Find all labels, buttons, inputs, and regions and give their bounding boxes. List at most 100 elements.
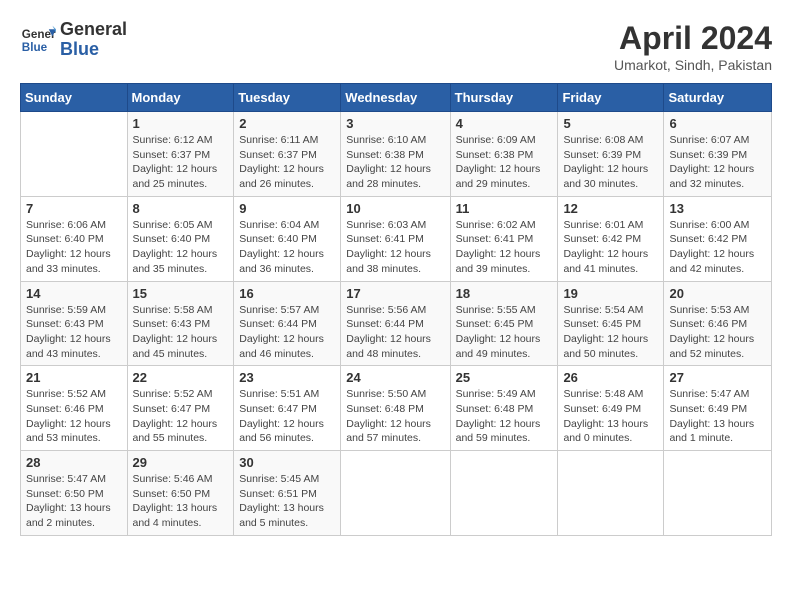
day-number: 22 — [133, 370, 229, 385]
day-header-monday: Monday — [127, 84, 234, 112]
calendar-body: 1Sunrise: 6:12 AM Sunset: 6:37 PM Daylig… — [21, 112, 772, 536]
calendar-cell — [341, 451, 450, 536]
day-number: 3 — [346, 116, 444, 131]
calendar-cell — [450, 451, 558, 536]
calendar-cell — [664, 451, 772, 536]
day-number: 29 — [133, 455, 229, 470]
day-info: Sunrise: 6:11 AM Sunset: 6:37 PM Dayligh… — [239, 133, 335, 192]
calendar-cell: 2 Sunrise: 6:11 AM Sunset: 6:37 PM Daylig… — [234, 112, 341, 197]
day-info: Sunrise: 6:08 AM Sunset: 6:39 PM Dayligh… — [563, 133, 658, 192]
day-info: Sunrise: 5:54 AM Sunset: 6:45 PM Dayligh… — [563, 303, 658, 362]
day-number: 28 — [26, 455, 122, 470]
calendar-cell: 19 Sunrise: 5:54 AM Sunset: 6:45 PM Dayli… — [558, 281, 664, 366]
calendar-cell: 6 Sunrise: 6:07 AM Sunset: 6:39 PM Daylig… — [664, 112, 772, 197]
calendar-week-3: 14 Sunrise: 5:59 AM Sunset: 6:43 PM Dayli… — [21, 281, 772, 366]
logo-icon: General Blue — [20, 22, 56, 58]
calendar-cell: 27 Sunrise: 5:47 AM Sunset: 6:49 PM Dayli… — [664, 366, 772, 451]
calendar-cell: 8 Sunrise: 6:05 AM Sunset: 6:40 PM Daylig… — [127, 196, 234, 281]
svg-text:Blue: Blue — [22, 41, 48, 54]
calendar-cell: 17 Sunrise: 5:56 AM Sunset: 6:44 PM Dayli… — [341, 281, 450, 366]
day-info: Sunrise: 5:57 AM Sunset: 6:44 PM Dayligh… — [239, 303, 335, 362]
day-info: Sunrise: 6:04 AM Sunset: 6:40 PM Dayligh… — [239, 218, 335, 277]
day-number: 13 — [669, 201, 766, 216]
page-header: General Blue General Blue April 2024 Uma… — [20, 20, 772, 73]
day-number: 14 — [26, 286, 122, 301]
day-number: 17 — [346, 286, 444, 301]
day-number: 26 — [563, 370, 658, 385]
day-number: 12 — [563, 201, 658, 216]
day-info: Sunrise: 6:09 AM Sunset: 6:38 PM Dayligh… — [456, 133, 553, 192]
calendar-cell: 11Sunrise: 6:02 AM Sunset: 6:41 PM Dayli… — [450, 196, 558, 281]
logo-text-general: General — [60, 20, 127, 40]
calendar-cell: 24Sunrise: 5:50 AM Sunset: 6:48 PM Dayli… — [341, 366, 450, 451]
calendar-cell: 5Sunrise: 6:08 AM Sunset: 6:39 PM Daylig… — [558, 112, 664, 197]
logo-text-blue: Blue — [60, 40, 127, 60]
day-info: Sunrise: 5:51 AM Sunset: 6:47 PM Dayligh… — [239, 387, 335, 446]
day-number: 2 — [239, 116, 335, 131]
calendar-cell: 29 Sunrise: 5:46 AM Sunset: 6:50 PM Dayli… — [127, 451, 234, 536]
day-info: Sunrise: 5:50 AM Sunset: 6:48 PM Dayligh… — [346, 387, 444, 446]
day-number: 15 — [133, 286, 229, 301]
calendar-cell: 18Sunrise: 5:55 AM Sunset: 6:45 PM Dayli… — [450, 281, 558, 366]
calendar-week-2: 7 Sunrise: 6:06 AM Sunset: 6:40 PM Daylig… — [21, 196, 772, 281]
day-info: Sunrise: 6:05 AM Sunset: 6:40 PM Dayligh… — [133, 218, 229, 277]
calendar-week-1: 1Sunrise: 6:12 AM Sunset: 6:37 PM Daylig… — [21, 112, 772, 197]
calendar-cell: 23 Sunrise: 5:51 AM Sunset: 6:47 PM Dayli… — [234, 366, 341, 451]
day-header-friday: Friday — [558, 84, 664, 112]
calendar-cell: 25 Sunrise: 5:49 AM Sunset: 6:48 PM Dayli… — [450, 366, 558, 451]
day-number: 27 — [669, 370, 766, 385]
calendar-cell: 13 Sunrise: 6:00 AM Sunset: 6:42 PM Dayli… — [664, 196, 772, 281]
calendar-week-4: 21 Sunrise: 5:52 AM Sunset: 6:46 PM Dayli… — [21, 366, 772, 451]
calendar-cell: 12 Sunrise: 6:01 AM Sunset: 6:42 PM Dayli… — [558, 196, 664, 281]
calendar-cell: 1Sunrise: 6:12 AM Sunset: 6:37 PM Daylig… — [127, 112, 234, 197]
day-number: 6 — [669, 116, 766, 131]
day-info: Sunrise: 6:07 AM Sunset: 6:39 PM Dayligh… — [669, 133, 766, 192]
day-info: Sunrise: 5:56 AM Sunset: 6:44 PM Dayligh… — [346, 303, 444, 362]
calendar-cell: 15 Sunrise: 5:58 AM Sunset: 6:43 PM Dayli… — [127, 281, 234, 366]
day-info: Sunrise: 5:45 AM Sunset: 6:51 PM Dayligh… — [239, 472, 335, 531]
logo: General Blue General Blue — [20, 20, 127, 60]
day-number: 20 — [669, 286, 766, 301]
day-info: Sunrise: 5:55 AM Sunset: 6:45 PM Dayligh… — [456, 303, 553, 362]
day-number: 21 — [26, 370, 122, 385]
day-info: Sunrise: 5:49 AM Sunset: 6:48 PM Dayligh… — [456, 387, 553, 446]
day-header-thursday: Thursday — [450, 84, 558, 112]
calendar-cell: 30Sunrise: 5:45 AM Sunset: 6:51 PM Dayli… — [234, 451, 341, 536]
day-number: 9 — [239, 201, 335, 216]
day-info: Sunrise: 6:02 AM Sunset: 6:41 PM Dayligh… — [456, 218, 553, 277]
day-header-saturday: Saturday — [664, 84, 772, 112]
calendar-cell: 28 Sunrise: 5:47 AM Sunset: 6:50 PM Dayli… — [21, 451, 128, 536]
calendar-cell: 20 Sunrise: 5:53 AM Sunset: 6:46 PM Dayli… — [664, 281, 772, 366]
calendar-table: SundayMondayTuesdayWednesdayThursdayFrid… — [20, 83, 772, 536]
day-number: 7 — [26, 201, 122, 216]
title-block: April 2024 Umarkot, Sindh, Pakistan — [614, 20, 772, 73]
day-info: Sunrise: 5:48 AM Sunset: 6:49 PM Dayligh… — [563, 387, 658, 446]
day-info: Sunrise: 5:52 AM Sunset: 6:46 PM Dayligh… — [26, 387, 122, 446]
day-info: Sunrise: 6:01 AM Sunset: 6:42 PM Dayligh… — [563, 218, 658, 277]
calendar-cell: 4Sunrise: 6:09 AM Sunset: 6:38 PM Daylig… — [450, 112, 558, 197]
calendar-header: SundayMondayTuesdayWednesdayThursdayFrid… — [21, 84, 772, 112]
day-info: Sunrise: 6:12 AM Sunset: 6:37 PM Dayligh… — [133, 133, 229, 192]
day-number: 25 — [456, 370, 553, 385]
day-info: Sunrise: 5:47 AM Sunset: 6:50 PM Dayligh… — [26, 472, 122, 531]
calendar-cell: 14 Sunrise: 5:59 AM Sunset: 6:43 PM Dayli… — [21, 281, 128, 366]
day-number: 16 — [239, 286, 335, 301]
day-info: Sunrise: 6:00 AM Sunset: 6:42 PM Dayligh… — [669, 218, 766, 277]
calendar-week-5: 28 Sunrise: 5:47 AM Sunset: 6:50 PM Dayli… — [21, 451, 772, 536]
calendar-cell: 21 Sunrise: 5:52 AM Sunset: 6:46 PM Dayli… — [21, 366, 128, 451]
calendar-cell: 22Sunrise: 5:52 AM Sunset: 6:47 PM Dayli… — [127, 366, 234, 451]
day-info: Sunrise: 5:47 AM Sunset: 6:49 PM Dayligh… — [669, 387, 766, 446]
day-number: 8 — [133, 201, 229, 216]
day-info: Sunrise: 5:58 AM Sunset: 6:43 PM Dayligh… — [133, 303, 229, 362]
day-info: Sunrise: 5:59 AM Sunset: 6:43 PM Dayligh… — [26, 303, 122, 362]
day-number: 19 — [563, 286, 658, 301]
calendar-cell: 16 Sunrise: 5:57 AM Sunset: 6:44 PM Dayli… — [234, 281, 341, 366]
day-info: Sunrise: 6:06 AM Sunset: 6:40 PM Dayligh… — [26, 218, 122, 277]
calendar-cell: 9 Sunrise: 6:04 AM Sunset: 6:40 PM Daylig… — [234, 196, 341, 281]
day-info: Sunrise: 5:46 AM Sunset: 6:50 PM Dayligh… — [133, 472, 229, 531]
calendar-cell: 3Sunrise: 6:10 AM Sunset: 6:38 PM Daylig… — [341, 112, 450, 197]
day-info: Sunrise: 5:53 AM Sunset: 6:46 PM Dayligh… — [669, 303, 766, 362]
calendar-title: April 2024 — [614, 20, 772, 57]
day-number: 23 — [239, 370, 335, 385]
calendar-cell: 26 Sunrise: 5:48 AM Sunset: 6:49 PM Dayli… — [558, 366, 664, 451]
